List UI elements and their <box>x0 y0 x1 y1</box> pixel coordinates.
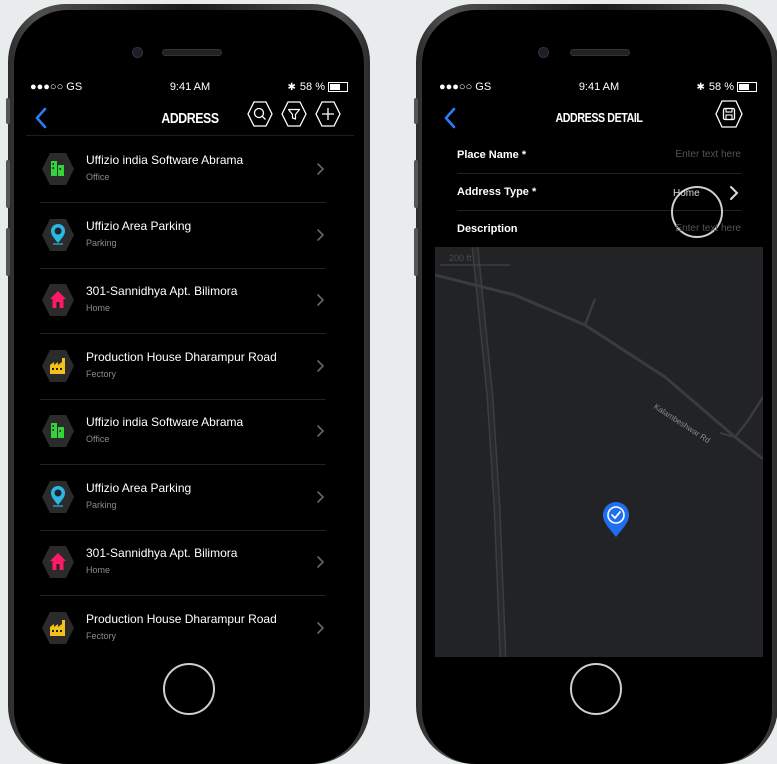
back-chevron-icon[interactable] <box>30 105 52 131</box>
battery-icon <box>328 82 348 93</box>
left-home-button[interactable] <box>163 663 215 715</box>
item-subtitle: Parking <box>86 499 117 510</box>
item-subtitle: Home <box>86 565 111 575</box>
status-bar: ●●●○○ GS 9:41 AM ✱ 58 % <box>435 77 763 99</box>
chevron-right-icon[interactable] <box>729 185 739 201</box>
description-label: Description <box>457 223 518 235</box>
home-icon <box>42 284 74 316</box>
status-bar: ●●●○○ GS 9:41 AM ✱ 58 % <box>26 77 354 99</box>
map-view[interactable]: 200 ft Kalambeshwar Rd <box>435 247 763 657</box>
volume-up-button <box>414 160 418 208</box>
item-title: Uffizio india Software Abrama <box>86 153 244 167</box>
add-button-icon[interactable] <box>315 101 341 127</box>
volume-down-button <box>414 228 418 276</box>
filter-button-icon[interactable] <box>281 101 307 127</box>
description-field[interactable]: Description Enter text here <box>457 211 741 247</box>
chevron-right-icon <box>317 294 325 306</box>
volume-down-button <box>6 228 10 276</box>
chevron-right-icon <box>317 490 325 503</box>
map-roads <box>435 247 763 657</box>
list-item[interactable]: Uffizio india Software Abrama Office <box>40 137 326 203</box>
item-subtitle: Office <box>86 434 110 444</box>
item-title: Production House Dharampur Road <box>86 349 277 364</box>
address-type-label: Address Type * <box>457 186 537 198</box>
left-screen: ●●●○○ GS 9:41 AM ✱ 58 % ADDRESS Uffizio i… <box>26 77 354 657</box>
back-chevron-icon[interactable] <box>439 105 461 131</box>
factory-icon <box>42 349 74 382</box>
item-title: Uffizio india Software Abrama <box>86 415 244 429</box>
item-title: Uffizio Area Parking <box>86 218 192 233</box>
description-input[interactable]: Enter text here <box>675 223 741 234</box>
volume-up-button <box>6 160 10 208</box>
nav-divider <box>26 135 354 136</box>
earpiece-speaker <box>570 49 630 56</box>
save-button-icon[interactable] <box>715 100 743 128</box>
nav-bar: ADDRESS DETAIL <box>435 100 763 135</box>
parking-pin-icon <box>42 480 74 513</box>
battery-percent: 58 % <box>299 81 325 93</box>
list-item[interactable]: Uffizio Area Parking Parking <box>40 203 326 269</box>
item-title: Uffizio Area Parking <box>86 480 192 495</box>
list-item[interactable]: Uffizio Area Parking Parking <box>40 465 326 531</box>
item-subtitle: Office <box>86 172 110 182</box>
nav-bar: ADDRESS <box>26 101 354 135</box>
battery-indicator: ✱ 58 % <box>288 81 348 93</box>
item-subtitle: Fectory <box>86 368 117 379</box>
chevron-right-icon <box>317 556 325 568</box>
list-item[interactable]: Uffizio india Software Abrama Office <box>40 399 326 465</box>
place-name-field[interactable]: Place Name * Enter text here <box>457 137 741 174</box>
address-type-field[interactable]: Address Type * Home <box>457 174 741 238</box>
chevron-right-icon <box>317 359 325 372</box>
chevron-right-icon <box>317 163 325 175</box>
office-building-icon <box>42 415 74 447</box>
right-screen: ●●●○○ GS 9:41 AM ✱ 58 % ADDRESS DETAIL Pl… <box>435 77 763 657</box>
battery-icon <box>737 82 757 93</box>
parking-pin-icon <box>42 218 74 251</box>
earpiece-speaker <box>162 49 222 56</box>
battery-percent: 58 % <box>708 81 734 93</box>
place-name-label: Place Name * <box>457 149 527 161</box>
page-title: ADDRESS DETAIL <box>555 110 643 125</box>
item-subtitle: Fectory <box>86 630 117 641</box>
item-title: 301-Sannidhya Apt. Bilimora <box>86 546 238 560</box>
map-scale-label: 200 ft <box>449 253 472 263</box>
factory-icon <box>42 611 74 644</box>
chevron-right-icon <box>317 425 325 437</box>
mute-switch <box>6 98 10 124</box>
office-building-icon <box>42 153 74 185</box>
item-subtitle: Parking <box>86 237 117 248</box>
list-item[interactable]: Production House Dharampur Road Fectory <box>40 596 326 658</box>
list-item[interactable]: 301-Sannidhya Apt. Bilimora Home <box>40 530 326 596</box>
place-name-input[interactable]: Enter text here <box>675 149 741 160</box>
item-title: Production House Dharampur Road <box>86 611 277 626</box>
mute-switch <box>414 98 418 124</box>
chevron-right-icon <box>317 621 325 634</box>
search-button-icon[interactable] <box>247 101 273 127</box>
location-pin-icon[interactable] <box>601 501 631 539</box>
list-item[interactable]: 301-Sannidhya Apt. Bilimora Home <box>40 268 326 334</box>
list-item[interactable]: Production House Dharampur Road Fectory <box>40 334 326 400</box>
chevron-right-icon <box>317 228 325 241</box>
item-title: 301-Sannidhya Apt. Bilimora <box>86 284 238 298</box>
front-camera <box>132 47 143 58</box>
right-home-button[interactable] <box>570 663 622 715</box>
front-camera <box>538 47 549 58</box>
home-icon <box>42 546 74 578</box>
battery-indicator: ✱ 58 % <box>697 81 757 93</box>
item-subtitle: Home <box>86 303 111 313</box>
